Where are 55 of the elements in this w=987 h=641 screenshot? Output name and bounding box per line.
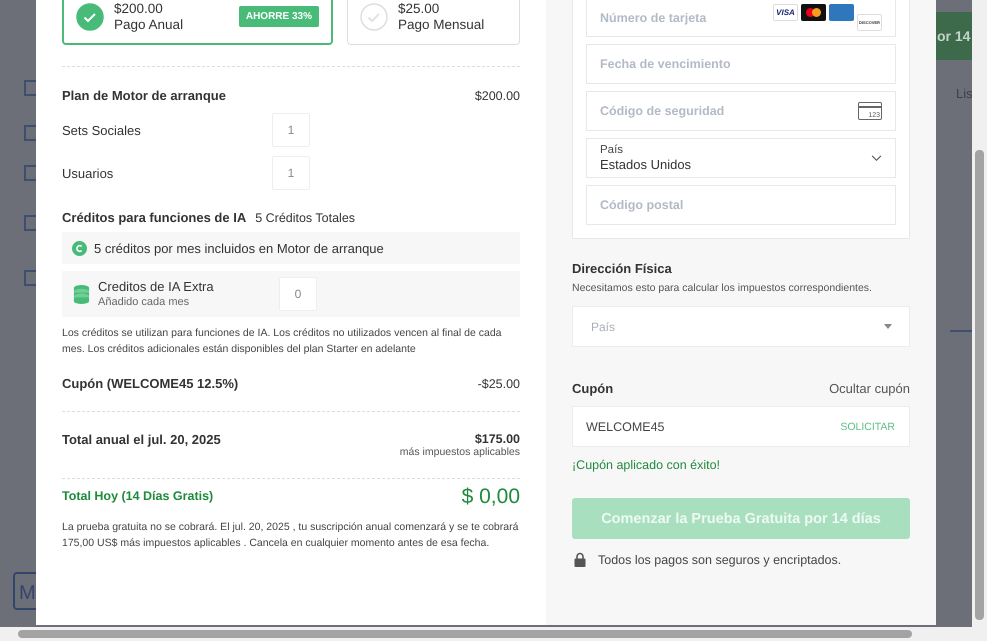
savings-badge: AHORRE 33% [238,6,319,27]
mastercard-logo [801,4,826,21]
annual-total-amount: $175.00 [474,432,520,446]
line-item-label: Cupón (WELCOME45 12.5%) [62,376,238,391]
vertical-scrollbar[interactable] [972,0,987,627]
select-value: Estados Unidos [600,157,692,173]
quantity-label: Sets Sociales [62,122,142,138]
coin-stack-icon [72,284,91,304]
tax-note: más impuestos aplicables [400,446,520,458]
plan-label: Pago Anual [114,16,184,32]
lock-icon [574,552,586,567]
trial-disclaimer: La prueba gratuita no se cobrará. El jul. 20, 2025 , tu suscripción anual comenzará y se te cobrará 175,00 US$ más impuestos aplicables . Cancela en cualquier momento antes de esa fecha. [62,520,520,551]
plan-label: Pago Mensual [398,16,486,32]
section-title: Dirección Física [572,261,673,276]
text-field[interactable]: Fecha de vencimiento [586,44,896,84]
annual-total-label: Total anual el jul. 20, 2025 [62,432,221,449]
today-total-label: Total Hoy (14 Días Gratis) [62,489,214,503]
apply-button[interactable]: SOLICITAR [840,420,895,432]
line-item-amount: -$25.00 [478,376,520,390]
plan-option[interactable]: $200.00 Pago Anual AHORRE 33% [62,0,333,45]
hide-coupon-link[interactable]: Ocultar cupón [829,381,910,396]
extra-credits-sublabel: Añadido cada mes [98,295,190,309]
extra-credits-label: Creditos de IA Extra [98,279,215,295]
credits-total: 5 Créditos Totales [255,210,356,224]
coupon-title: Cupón [572,381,614,396]
amex-logo [829,4,854,21]
tab-underline [950,330,972,332]
select-label: País [600,143,624,157]
security-note: Todos los pagos son seguros y encriptados. [598,552,842,566]
section-hint: Necesitamos esto para calcular los impuestos correspondientes. [572,282,873,294]
chevron-down-icon [871,154,882,162]
quantity-field[interactable]: 1 [272,113,310,147]
included-credits-text: 5 créditos por mes incluidos en Motor de arranque [94,240,384,256]
check-icon [76,2,104,30]
success-message: ¡Cupón aplicado con éxito! [572,458,722,472]
visa-logo: VISA [773,4,798,21]
quantity-field[interactable]: 1 [272,156,310,190]
caret-icon [884,324,892,329]
credits-note: Los créditos se utilizan para funciones de IA. Los créditos no utilizados vencen al final de cada mes. Los créditos adicionales están disponibles del plan Starter en adelante [62,326,503,357]
country-select[interactable]: País Estados Unidos [586,138,896,178]
check-icon [360,2,388,30]
text-field[interactable]: Código postal [586,185,896,225]
quantity-label: Usuarios [62,166,114,180]
line-item-amount: $200.00 [474,88,520,102]
plan-price: $25.00 [398,0,440,16]
extra-credits-field[interactable]: 0 [279,277,317,311]
today-total-amount: $ 0,00 [462,485,520,509]
coin-icon [72,240,87,256]
plan-option[interactable]: $25.00 Pago Mensual [347,0,520,45]
plan-price: $200.00 [114,0,164,16]
credits-title: Créditos para funciones de IA [62,210,246,225]
horizontal-scrollbar[interactable] [0,627,987,641]
line-item-label: Plan de Motor de arranque [62,88,226,103]
coupon-field[interactable]: WELCOME45 SOLICITAR [572,406,910,447]
country-dropdown[interactable]: País [572,306,910,347]
